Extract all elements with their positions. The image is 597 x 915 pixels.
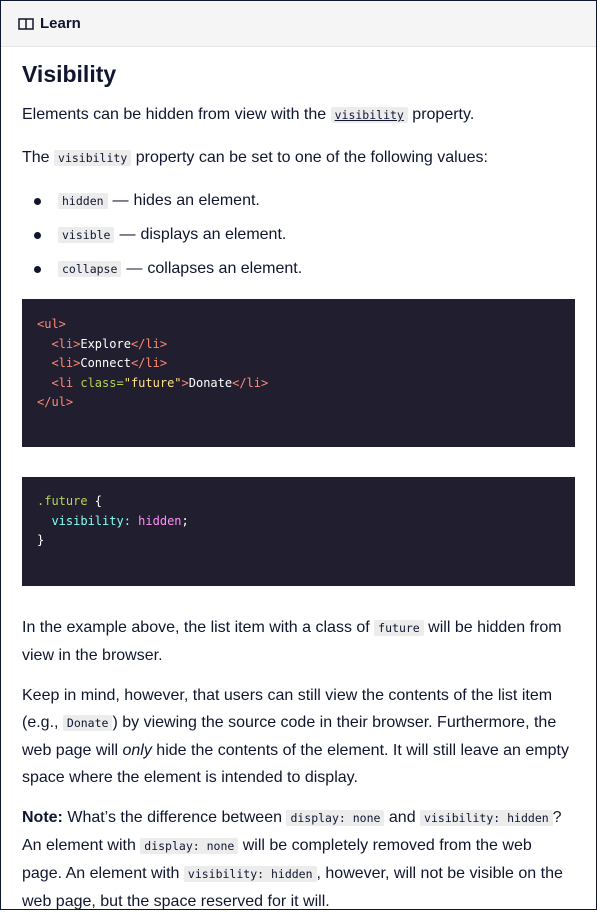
list-item: visible — displays an element. [22,218,575,252]
values-list: hidden — hides an element. visible — display… [22,184,575,286]
value-description: displays an element. [140,226,287,243]
keep-in-mind-paragraph: Keep in mind, however, that users can st… [22,682,575,791]
learn-header: Learn [1,1,596,47]
lesson-content: Visibility Elements can be hidden from v… [1,59,596,915]
code-token: { [87,494,103,508]
values-intro-paragraph: The visibility property can be set to on… [22,144,575,172]
bullet [34,265,41,273]
code-token: </li> [232,375,269,390]
code-token: > [181,375,189,390]
explain-text: In the example above, the list item with… [22,619,375,636]
list-item: hidden — hides an element. [22,184,575,218]
html-code-block: <ul> <li>Explore</li> <li>Connect</li> <… [22,299,575,447]
code-token: </li> [130,336,168,351]
code-token: <li [51,375,81,390]
intro-paragraph: Elements can be hidden from view with th… [22,101,575,129]
future-code: future [374,620,424,636]
code-token: .future [37,494,88,508]
note-code: visibility: hidden [420,810,553,826]
dash: — [126,260,143,277]
value-description: collapses an element. [147,260,303,277]
values-intro-text-end: property can be set to one of the follow… [131,149,488,166]
book-icon [18,17,34,30]
code-token: ; [181,513,189,528]
note-text: What’s the difference between [62,809,287,826]
code-token: hidden [138,513,182,528]
values-intro-text: The [22,149,55,166]
bullet [34,197,41,205]
page-title: Visibility [22,61,117,87]
note-code: display: none [140,838,239,854]
visibility-code: visibility [54,150,132,166]
code-token: <li> [51,356,81,371]
donate-code: Donate [62,715,113,731]
note-label: Note: [22,809,63,826]
value-description: hides an element. [133,192,260,209]
note-code: visibility: hidden [183,866,317,882]
value-code: collapse [58,261,122,277]
dash: — [112,192,129,209]
bullet [34,231,41,239]
intro-text-end: property. [407,106,475,123]
code-token: Donate [188,375,233,390]
header-title: Learn [40,15,81,32]
code-token: "future" [123,375,182,390]
emphasis: only [122,742,152,759]
dash: — [119,226,136,243]
note-text: and [384,809,421,826]
list-item: collapse — collapses an element. [22,252,575,286]
visibility-code-link[interactable]: visibility [330,107,408,123]
code-token: <ul> [37,317,66,331]
code-token: Explore [80,336,131,351]
explain-paragraph: In the example above, the list item with… [22,614,575,669]
code-token: visibility: [51,513,131,528]
value-code: hidden [58,193,108,209]
code-token: <li> [51,336,81,351]
code-token: Connect [80,356,131,371]
note-paragraph: Note: What’s the difference between disp… [22,804,575,915]
note-code: display: none [286,810,385,826]
code-token: } [37,533,45,548]
code-token: </ul> [37,395,74,410]
css-code-block: .future { visibility: hidden; } [22,477,575,586]
intro-text: Elements can be hidden from view with th… [22,106,331,123]
code-token: </li> [130,356,168,371]
value-code: visible [58,227,115,243]
code-token: class= [80,375,124,390]
